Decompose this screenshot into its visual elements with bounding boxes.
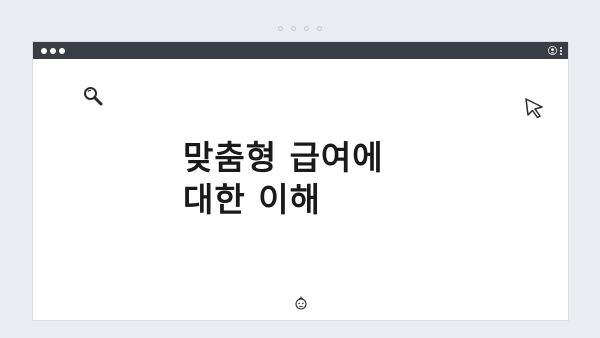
browser-window: 맞춤형 급여에 대한 이해 (32, 41, 569, 321)
window-controls (41, 47, 65, 54)
page-title: 맞춤형 급여에 대한 이해 (183, 137, 543, 221)
titlebar-actions (548, 46, 562, 55)
headline-line-1: 맞춤형 급여에 (183, 138, 384, 177)
window-control-dot[interactable] (41, 47, 47, 54)
page-background: 맞춤형 급여에 대한 이해 (0, 0, 600, 338)
pager-dots (0, 26, 600, 31)
window-control-dot[interactable] (50, 47, 56, 54)
window-titlebar (33, 42, 568, 59)
window-control-dot[interactable] (59, 47, 65, 54)
pager-dot[interactable] (317, 26, 322, 31)
cursor-icon (525, 98, 543, 119)
pager-dot[interactable] (304, 26, 309, 31)
pager-dot[interactable] (278, 26, 283, 31)
user-icon[interactable] (548, 46, 557, 55)
headline-line-2: 대한 이해 (183, 180, 321, 219)
face-icon (295, 296, 307, 310)
kebab-menu-icon[interactable] (560, 46, 562, 55)
slide-content: 맞춤형 급여에 대한 이해 (33, 59, 568, 321)
search-icon (84, 87, 103, 106)
pager-dot[interactable] (291, 26, 296, 31)
